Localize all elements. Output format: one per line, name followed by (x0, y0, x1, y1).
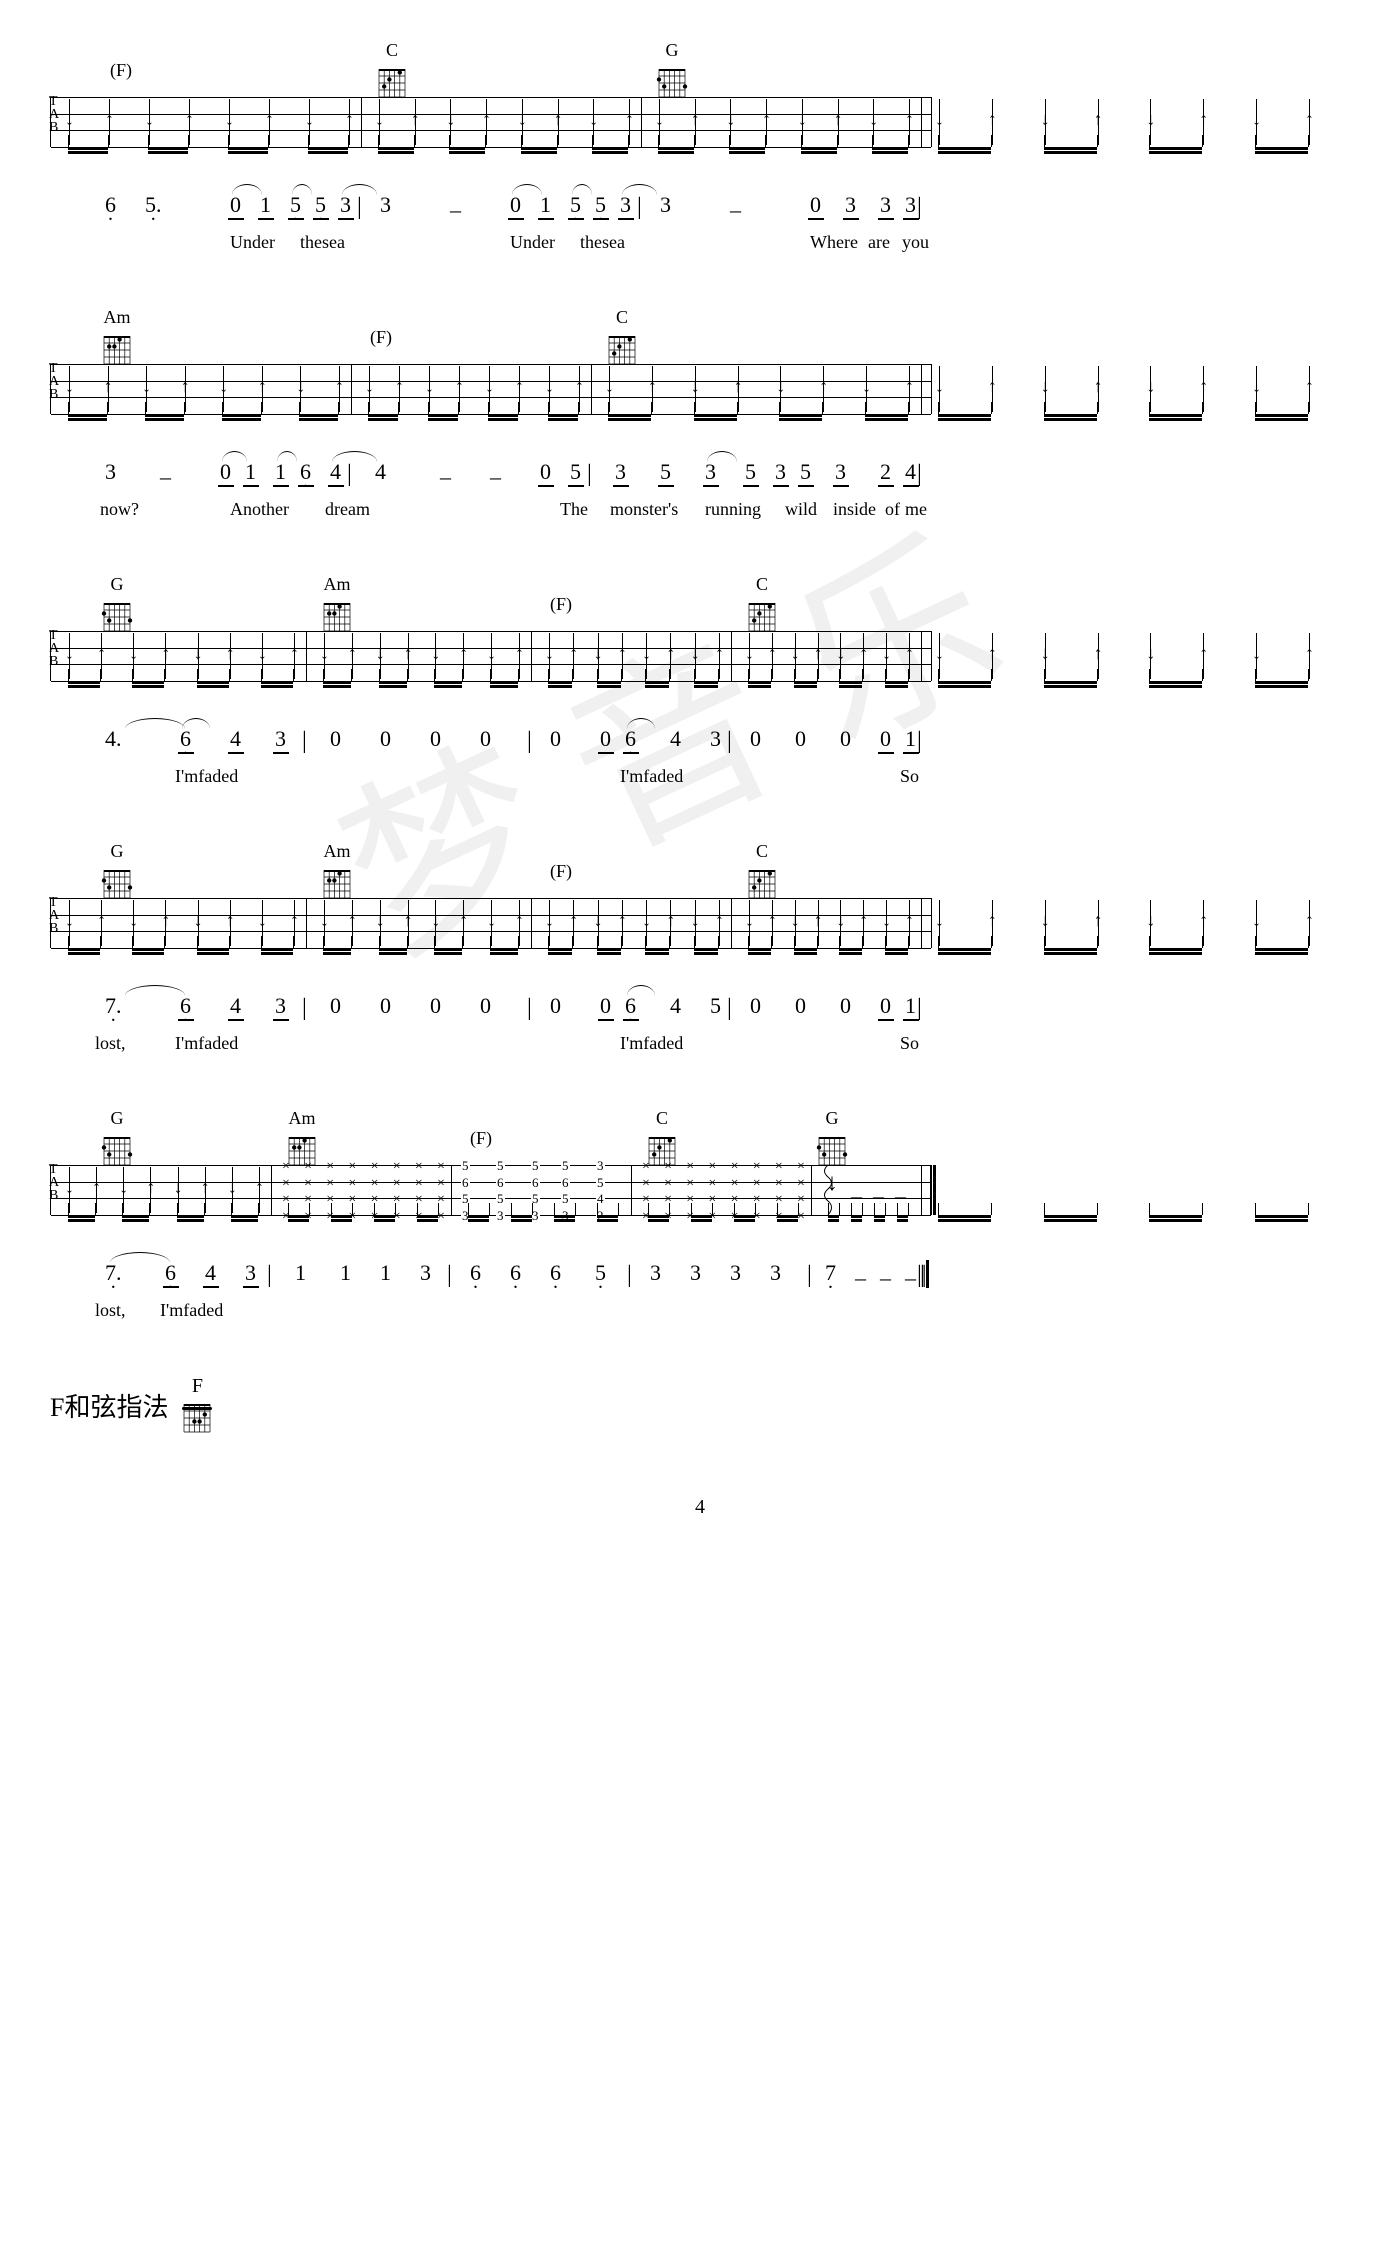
page-number: 4 (50, 1496, 1350, 1519)
lyric-text: of (885, 499, 900, 520)
chord-label: (F) (470, 1128, 492, 1149)
lyric-text: you (902, 232, 929, 253)
lyric-text: me (905, 499, 927, 520)
lyric-text: The (560, 499, 588, 520)
music-system: G Am(F) CTAB↓↑↓↑↓↑↓↑↓↑↓↑↓↑↓↑↓↑↓↑↓↑↓↑↓↑↓↑… (50, 574, 1350, 796)
lyric-text: are (868, 232, 890, 253)
music-system: G Am(F) C GTAB↓↑↓↑↓↑↓↑××××××××××××××××××… (50, 1108, 1350, 1330)
music-system: Am(F) CTAB↓↑↓↑↓↑↓↑↓↑↓↑↓↑↓↑↓↑↓↑↓↑↓↑↓↑↓↑↓↑… (50, 307, 1350, 529)
lyric-text: Under (230, 232, 275, 253)
music-system: (F) C GTAB↓↑↓↑↓↑↓↑↓↑↓↑↓↑↓↑↓↑↓↑↓↑↓↑↓↑↓↑↓↑… (50, 40, 1350, 262)
chord-label: (F) (550, 594, 572, 615)
chord-label: (F) (110, 60, 132, 81)
chord-label: (F) (370, 327, 392, 348)
footer-chord-name: F (192, 1375, 203, 1398)
lyric-text: I'mfaded (175, 1033, 238, 1054)
lyric-text: So (900, 766, 919, 787)
lyric-text: So (900, 1033, 919, 1054)
lyric-text: thesea (580, 232, 625, 253)
lyric-text: running (705, 499, 761, 520)
lyric-text: I'mfaded (620, 1033, 683, 1054)
lyric-text: now? (100, 499, 139, 520)
lyric-text: I'mfaded (160, 1300, 223, 1321)
lyric-text: dream (325, 499, 370, 520)
lyric-text: inside (833, 499, 876, 520)
lyric-text: lost, (95, 1300, 126, 1321)
footer-text: F和弦指法 (50, 1387, 168, 1424)
lyric-text: thesea (300, 232, 345, 253)
chord-label: (F) (550, 861, 572, 882)
lyric-text: I'mfaded (175, 766, 238, 787)
music-system: G Am(F) CTAB↓↑↓↑↓↑↓↑↓↑↓↑↓↑↓↑↓↑↓↑↓↑↓↑↓↑↓↑… (50, 841, 1350, 1063)
lyric-text: monster's (610, 499, 678, 520)
lyric-text: lost, (95, 1033, 126, 1054)
lyric-text: Under (510, 232, 555, 253)
lyric-text: Another (230, 499, 289, 520)
footer-chord-legend: F和弦指法 F (50, 1375, 1350, 1436)
lyric-text: I'mfaded (620, 766, 683, 787)
lyric-text: Where (810, 232, 858, 253)
lyric-text: wild (785, 499, 817, 520)
